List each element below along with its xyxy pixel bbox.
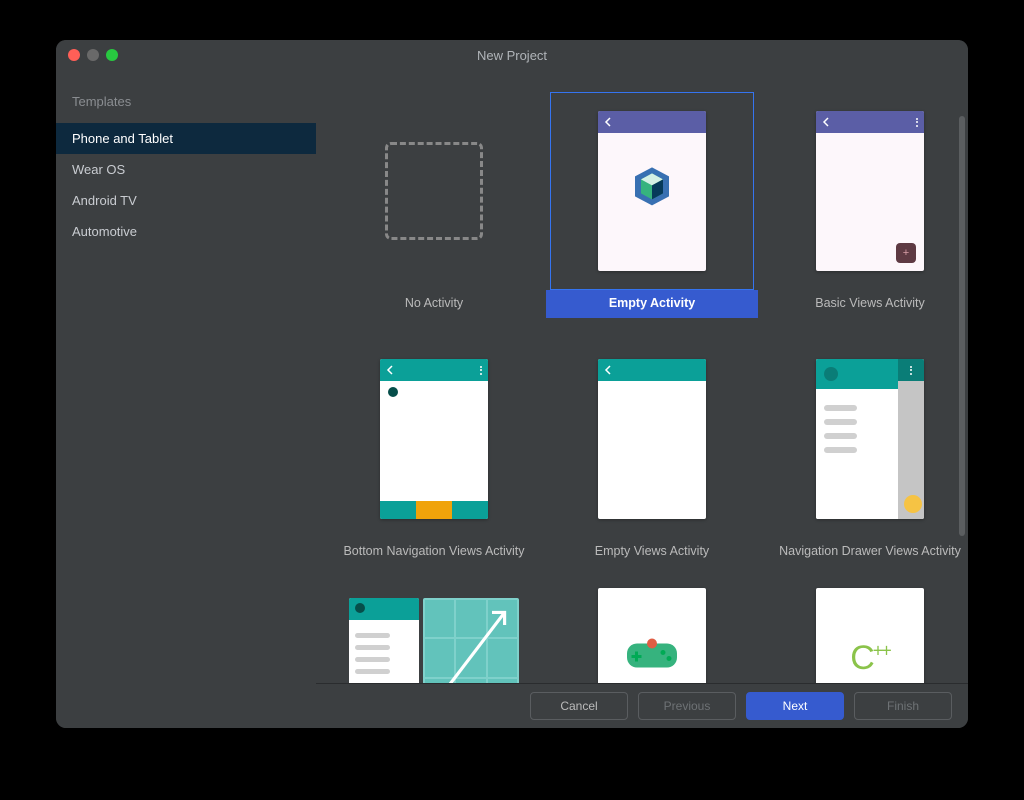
sidebar: Templates Phone and Tablet Wear OS Andro… [56, 70, 316, 728]
traffic-lights [56, 49, 118, 61]
sidebar-item-wear-os[interactable]: Wear OS [56, 154, 316, 185]
back-arrow-icon [822, 117, 832, 127]
new-project-dialog: New Project Templates Phone and Tablet W… [56, 40, 968, 728]
template-tile-responsive-views-activity[interactable] [328, 588, 540, 683]
compose-logo-icon [629, 163, 675, 209]
template-tile-empty-views-activity[interactable]: Empty Views Activity [546, 340, 758, 566]
sidebar-item-phone-and-tablet[interactable]: Phone and Tablet [56, 123, 316, 154]
template-tile-native-cpp[interactable]: C++ [764, 588, 968, 683]
avatar-dot-icon [824, 367, 838, 381]
close-window-button[interactable] [68, 49, 80, 61]
footer: Cancel Previous Next Finish [316, 683, 968, 728]
sidebar-item-label: Wear OS [72, 162, 125, 177]
appbar-teal [380, 359, 488, 381]
fab-yellow-icon [904, 495, 922, 513]
titlebar: New Project [56, 40, 968, 70]
cpp-logo-icon: C++ [850, 639, 890, 678]
sidebar-item-automotive[interactable]: Automotive [56, 216, 316, 247]
finish-button[interactable]: Finish [854, 692, 952, 720]
expand-arrow-icon [429, 604, 513, 683]
appbar-purple [816, 111, 924, 133]
next-button[interactable]: Next [746, 692, 844, 720]
appbar-teal [598, 359, 706, 381]
template-tile-bottom-navigation-views-activity[interactable]: Bottom Navigation Views Activity [328, 340, 540, 566]
minimize-window-button[interactable] [87, 49, 99, 61]
button-label: Cancel [560, 699, 597, 713]
avatar-dot-icon [388, 387, 398, 397]
template-label: No Activity [328, 290, 540, 318]
template-label: Bottom Navigation Views Activity [328, 538, 540, 566]
back-arrow-icon [386, 365, 396, 375]
sidebar-item-label: Phone and Tablet [72, 131, 173, 146]
gamepad-icon [625, 638, 679, 679]
overflow-menu-icon [480, 366, 482, 375]
window-title: New Project [56, 48, 968, 63]
template-label: Empty Activity [546, 290, 758, 318]
sidebar-heading: Templates [56, 88, 316, 123]
button-label: Next [783, 699, 808, 713]
sidebar-item-label: Android TV [72, 193, 137, 208]
bottom-nav-bar [380, 501, 488, 519]
sidebar-item-android-tv[interactable]: Android TV [56, 185, 316, 216]
overflow-menu-icon [916, 118, 918, 127]
fab-icon [896, 243, 916, 263]
template-tile-game-activity[interactable] [546, 588, 758, 683]
template-label: Empty Views Activity [546, 538, 758, 566]
appbar-purple [598, 111, 706, 133]
template-label: Navigation Drawer Views Activity [764, 538, 968, 566]
scrollbar[interactable] [959, 116, 965, 536]
template-label: Basic Views Activity [764, 290, 968, 318]
button-label: Previous [664, 699, 711, 713]
template-tile-empty-activity[interactable]: Empty Activity [546, 92, 758, 318]
back-arrow-icon [604, 365, 614, 375]
button-label: Finish [887, 699, 919, 713]
template-tile-basic-views-activity[interactable]: Basic Views Activity [764, 92, 968, 318]
template-tile-no-activity[interactable]: No Activity [328, 92, 540, 318]
sidebar-item-label: Automotive [72, 224, 137, 239]
template-tile-navigation-drawer-views-activity[interactable]: Navigation Drawer Views Activity [764, 340, 968, 566]
back-arrow-icon [604, 117, 614, 127]
template-gallery: No Activity [316, 70, 968, 683]
no-activity-icon [385, 142, 483, 240]
zoom-window-button[interactable] [106, 49, 118, 61]
cancel-button[interactable]: Cancel [530, 692, 628, 720]
previous-button[interactable]: Previous [638, 692, 736, 720]
